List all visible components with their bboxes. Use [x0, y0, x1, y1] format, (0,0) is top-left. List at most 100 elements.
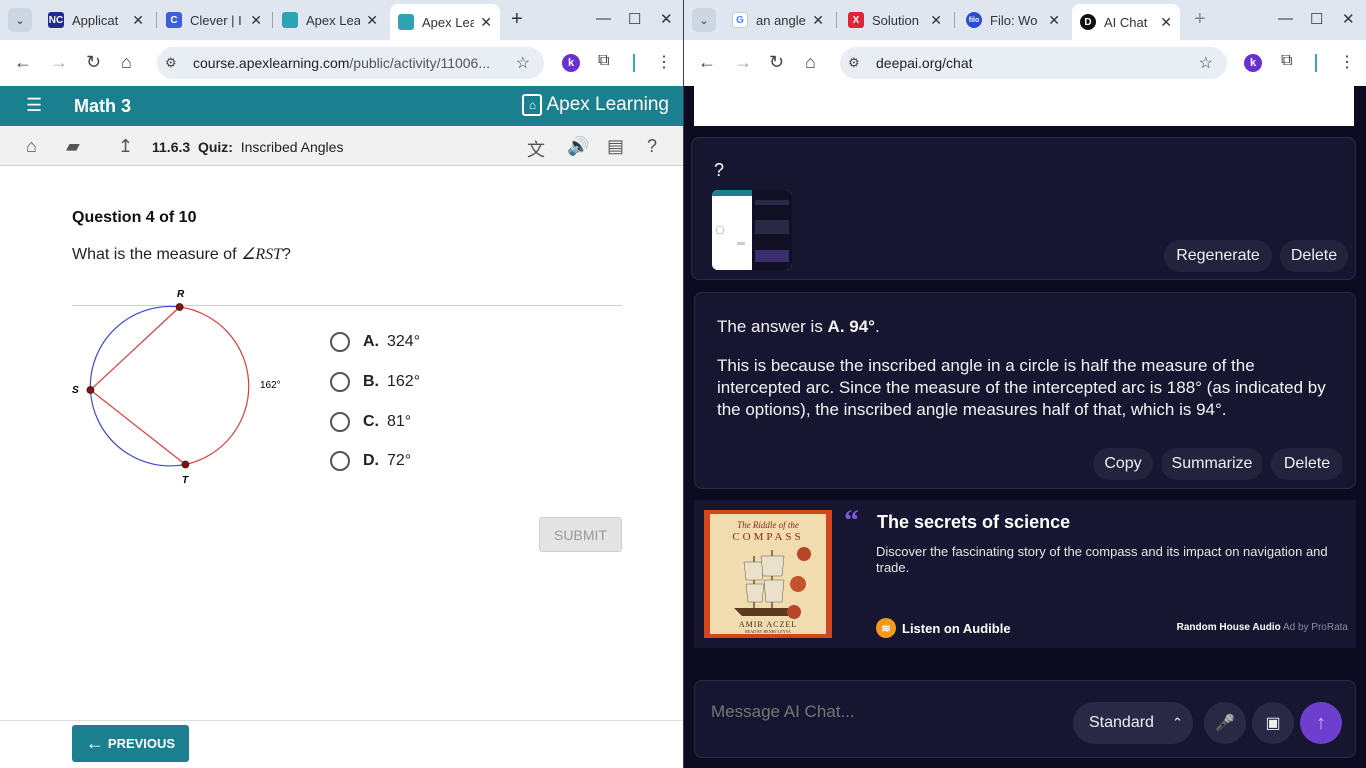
close-icon[interactable]: ✕: [930, 12, 942, 29]
label-r: R: [177, 289, 185, 300]
chat-input-box[interactable]: Standard ⌃ 🎤 ▣ ↑: [694, 680, 1356, 758]
close-icon[interactable]: ✕: [1048, 12, 1060, 29]
text-to-speech-icon[interactable]: 🔊: [567, 136, 589, 157]
tab-search-button[interactable]: ⌄: [692, 8, 716, 32]
more-menu-icon[interactable]: ⋮: [656, 52, 672, 72]
minimize-icon[interactable]: —: [596, 10, 611, 27]
hamburger-menu-icon[interactable]: ☰: [26, 95, 42, 116]
mode-selector[interactable]: Standard ⌃: [1073, 702, 1193, 744]
address-bar[interactable]: ⚙ deepai.org/chat ☆: [840, 47, 1227, 79]
help-icon[interactable]: ?: [647, 136, 657, 157]
close-icon[interactable]: ✕: [812, 12, 824, 29]
radio-circle-icon[interactable]: [330, 412, 350, 432]
profile-extension-icon[interactable]: k: [562, 54, 580, 72]
close-icon[interactable]: ✕: [250, 12, 262, 29]
radio-circle-icon[interactable]: [330, 332, 350, 352]
chord-st: [90, 389, 186, 465]
forward-arrow-icon[interactable]: →: [50, 52, 68, 73]
tab-title: AI Chat: [1104, 14, 1148, 30]
label-t: T: [182, 475, 189, 486]
tab-filo[interactable]: filo Filo: Wo ✕: [958, 6, 1068, 34]
radio-circle-icon[interactable]: [330, 372, 350, 392]
thumbnail-image: [712, 190, 792, 270]
tab-search-button[interactable]: ⌄: [8, 8, 32, 32]
minor-arc-blue: [89, 305, 186, 467]
book-author: AMIR ACZEL: [738, 620, 798, 629]
profile-extension-icon[interactable]: k: [1244, 54, 1262, 72]
minimize-icon[interactable]: —: [1278, 10, 1293, 27]
window-close-icon[interactable]: ✕: [1342, 10, 1355, 28]
tab-solution[interactable]: X Solution ✕: [840, 6, 950, 34]
book-cover[interactable]: The Riddle of the COMPASS AMIR ACZEL REA…: [704, 510, 832, 638]
course-title: Math 3: [74, 96, 132, 116]
point-s: [86, 386, 95, 394]
previous-button[interactable]: ← PREVIOUS: [72, 725, 189, 762]
send-button[interactable]: ↑: [1300, 702, 1342, 744]
maximize-icon[interactable]: ☐: [628, 10, 641, 28]
clever-favicon-icon: C: [166, 12, 182, 28]
reload-icon[interactable]: ↻: [769, 52, 784, 73]
image-icon: ▣: [1265, 715, 1281, 732]
apex-header: ☰ Math 3 ⌂ Apex Learning: [0, 86, 683, 126]
more-menu-icon[interactable]: ⋮: [1339, 52, 1355, 72]
tab-clever[interactable]: C Clever | I ✕: [158, 6, 270, 34]
close-icon[interactable]: ✕: [1160, 14, 1172, 31]
listen-on-audible-link[interactable]: ≋ Listen on Audible: [876, 618, 1011, 638]
radio-circle-icon[interactable]: [330, 451, 350, 471]
apex-favicon-icon: [282, 12, 298, 28]
inscribed-angle-figure: R S T 162°: [72, 289, 281, 486]
up-arrow-icon[interactable]: ↥: [118, 136, 133, 157]
image-upload-button[interactable]: ▣: [1252, 702, 1294, 744]
site-settings-icon[interactable]: ⚙: [165, 55, 193, 71]
maximize-icon[interactable]: ☐: [1310, 10, 1323, 28]
submit-button[interactable]: SUBMIT: [539, 517, 622, 552]
bookmark-star-icon[interactable]: ☆: [1199, 53, 1213, 73]
point-t: [181, 460, 190, 469]
site-settings-icon[interactable]: ⚙: [848, 55, 876, 71]
back-arrow-icon[interactable]: ←: [14, 52, 32, 73]
tab-title: Solution: [872, 12, 919, 28]
option-c[interactable]: C. 81°: [330, 412, 411, 432]
breadcrumb: 11.6.3 Quiz: Inscribed Angles: [152, 139, 344, 155]
screenshot-thumbnail[interactable]: [712, 190, 792, 270]
ad-title[interactable]: The secrets of science: [877, 512, 1070, 533]
forward-arrow-icon[interactable]: →: [734, 52, 752, 73]
option-a[interactable]: A. 324°: [330, 332, 420, 352]
bookmark-star-icon[interactable]: ☆: [516, 53, 530, 73]
copy-button[interactable]: Copy: [1093, 448, 1153, 480]
translate-icon[interactable]: 文: [527, 136, 545, 162]
extensions-puzzle-icon[interactable]: ⧉: [1281, 52, 1292, 70]
tab-apex-active[interactable]: Apex Lea ✕: [390, 4, 500, 40]
address-bar[interactable]: ⚙ course.apexlearning.com/public/activit…: [157, 47, 544, 79]
print-icon[interactable]: ▤: [607, 136, 624, 157]
option-d[interactable]: D. 72°: [330, 451, 411, 471]
toolbar-divider: [1315, 54, 1317, 72]
delete-response-button[interactable]: Delete: [1271, 448, 1343, 480]
close-icon[interactable]: ✕: [366, 12, 378, 29]
apex-favicon-icon: [398, 14, 414, 30]
home-icon[interactable]: ⌂: [121, 52, 132, 73]
briefcase-icon[interactable]: ▰: [66, 136, 80, 157]
regenerate-button[interactable]: Regenerate: [1164, 240, 1272, 272]
tab-google-search[interactable]: G an angle ✕: [724, 6, 832, 34]
tab-ai-chat-active[interactable]: D AI Chat ✕: [1072, 4, 1180, 40]
tab-applications[interactable]: NC Applicat ✕: [40, 6, 152, 34]
summarize-button[interactable]: Summarize: [1161, 448, 1263, 480]
extensions-puzzle-icon[interactable]: ⧉: [598, 52, 609, 70]
close-icon[interactable]: ✕: [480, 14, 492, 31]
new-tab-icon[interactable]: +: [1194, 8, 1206, 31]
close-icon[interactable]: ✕: [132, 12, 144, 29]
reload-icon[interactable]: ↻: [86, 52, 101, 73]
delete-message-button[interactable]: Delete: [1280, 240, 1348, 272]
home-icon[interactable]: ⌂: [805, 52, 816, 73]
option-b[interactable]: B. 162°: [330, 372, 420, 392]
microphone-button[interactable]: 🎤: [1204, 702, 1246, 744]
home-icon[interactable]: ⌂: [26, 136, 37, 157]
window-close-icon[interactable]: ✕: [660, 10, 673, 28]
back-arrow-icon[interactable]: ←: [698, 52, 716, 73]
tab-apex-1[interactable]: Apex Lea ✕: [274, 6, 386, 34]
audiobook-ad[interactable]: The Riddle of the COMPASS AMIR ACZEL REA…: [694, 500, 1356, 648]
message-input[interactable]: [711, 701, 1051, 723]
new-tab-icon[interactable]: +: [511, 8, 523, 31]
arc-measure-label: 162°: [260, 380, 281, 391]
